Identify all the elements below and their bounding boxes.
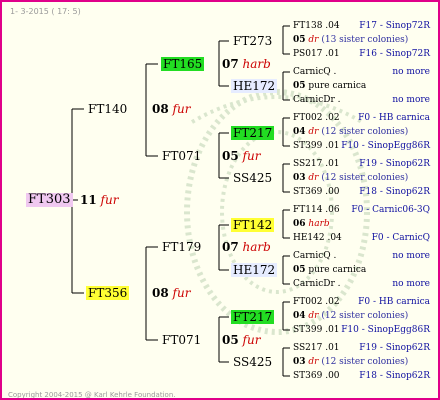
g4-top-origin: F0 - Carnic06-3Q [351,205,430,215]
g4-top-origin: F0 - HB carnica [358,297,430,307]
g4-mid-note: pure carnica [308,265,367,275]
g2-node-1[interactable]: FT165 [161,57,205,71]
g3-node-7[interactable]: FT217 [231,310,275,324]
g4-bottom-id[interactable]: ST399 .01 [293,139,340,153]
g4-bottom-id[interactable]: CarnicDr . [293,277,341,291]
g4-mid-info: 04 dr (12 sister colonies) [293,125,408,139]
g4-mid-note: pure carnica [308,81,367,91]
g4-mid-note: (12 sister colonies) [321,127,409,137]
g4-mid-info: 05 dr (13 sister colonies) [293,33,408,47]
g4-bottom-id[interactable]: ST369 .00 [293,369,340,383]
g3-node-6[interactable]: HE172 [231,263,278,277]
sire-top[interactable]: FT140 [88,102,127,116]
dam-bottom[interactable]: FT356 [86,286,130,300]
g4-bottom-id[interactable]: CarnicDr . [293,93,341,107]
g4-mid-info: 06 harb [293,217,330,231]
g4-mid-gen: 05 [293,265,306,275]
g4-mid-note: (12 sister colonies) [321,173,409,183]
g4-mid-info: 03 dr (12 sister colonies) [293,171,408,185]
g4-top-origin: F17 - Sinop72R [359,21,430,31]
g4-bottom-id[interactable]: ST369 .00 [293,185,340,199]
g4-top-id[interactable]: FT138 .04 [293,19,340,33]
g4-mid-info: 05 pure carnica [293,263,366,277]
g4-top-origin: no more [392,67,430,77]
g4-top-origin: F19 - Sinop62R [359,159,430,169]
g4-bottom-origin: no more [392,279,430,289]
g2-node-3-gen: 07 harb [222,240,271,254]
g4-top-origin: no more [392,251,430,261]
g4-bottom-origin: F18 - Sinop62R [359,371,430,381]
g4-top-id[interactable]: CarnicQ . [293,249,336,263]
g4-bottom-origin: F0 - CarnicQ [371,233,430,243]
g4-mid-note: (12 sister colonies) [321,357,409,367]
g4-top-id[interactable]: FT002 .02 [293,295,340,309]
g3-node-4[interactable]: SS425 [233,171,272,185]
g2-node-3[interactable]: FT179 [162,240,201,254]
g4-bottom-id[interactable]: HE142 .04 [293,231,342,245]
g3-node-8[interactable]: SS425 [233,355,272,369]
g4-mid-note: (12 sister colonies) [321,311,409,321]
g4-bottom-id[interactable]: ST399 .01 [293,323,340,337]
g2-node-4-gen: 05 fur [222,333,261,347]
dam-bottom-gen: 08 fur [152,286,191,300]
g4-mid-info: 04 dr (12 sister colonies) [293,309,408,323]
g4-bottom-origin: F10 - SinopEgg86R [341,141,430,151]
g4-bottom-origin: no more [392,95,430,105]
g4-mid-info: 03 dr (12 sister colonies) [293,355,408,369]
g2-node-1-gen: 07 harb [222,57,271,71]
g4-mid-gen: 05 [293,81,306,91]
g4-mid-tag: harb [308,219,330,229]
pedigree-frame: 1- 3-2015 ( 17: 5) FT303 11 fur FT140 08… [0,0,440,400]
g4-mid-note: (13 sister colonies) [321,35,409,45]
g4-top-origin: F0 - HB carnica [358,113,430,123]
root-generation: 11 fur [80,193,119,207]
g4-mid-gen: 03 [293,357,306,367]
g2-node-2[interactable]: FT071 [162,149,201,163]
g4-mid-gen: 05 [293,35,306,45]
g4-top-origin: F19 - Sinop62R [359,343,430,353]
copyright-footer: Copyright 2004-2015 @ Karl Kehrle Founda… [8,391,176,399]
g3-node-1[interactable]: FT273 [233,34,272,48]
g4-bottom-origin: F16 - Sinop72R [359,49,430,59]
g4-mid-tag: dr [308,173,319,183]
g3-node-2[interactable]: HE172 [231,79,278,93]
g4-mid-tag: dr [308,311,319,321]
g4-top-id[interactable]: CarnicQ . [293,65,336,79]
g2-node-4[interactable]: FT071 [162,333,201,347]
g4-bottom-origin: F18 - Sinop62R [359,187,430,197]
g4-bottom-origin: F10 - SinopEgg86R [341,325,430,335]
g4-top-id[interactable]: FT114 .06 [293,203,340,217]
g4-mid-gen: 04 [293,127,306,137]
g4-mid-tag: dr [308,127,319,137]
queen-root[interactable]: FT303 [26,193,73,207]
sire-top-gen: 08 fur [152,102,191,116]
g4-mid-gen: 06 [293,219,306,229]
g4-top-id[interactable]: SS217 .01 [293,341,340,355]
g3-node-5[interactable]: FT142 [231,218,275,232]
g4-top-id[interactable]: FT002 .02 [293,111,340,125]
g4-mid-info: 05 pure carnica [293,79,366,93]
g4-top-id[interactable]: SS217 .01 [293,157,340,171]
g3-node-3[interactable]: FT217 [231,126,275,140]
g4-bottom-id[interactable]: PS017 .01 [293,47,340,61]
g4-mid-tag: dr [308,35,319,45]
g4-mid-tag: dr [308,357,319,367]
g4-mid-gen: 04 [293,311,306,321]
g2-node-2-gen: 05 fur [222,149,261,163]
g4-mid-gen: 03 [293,173,306,183]
